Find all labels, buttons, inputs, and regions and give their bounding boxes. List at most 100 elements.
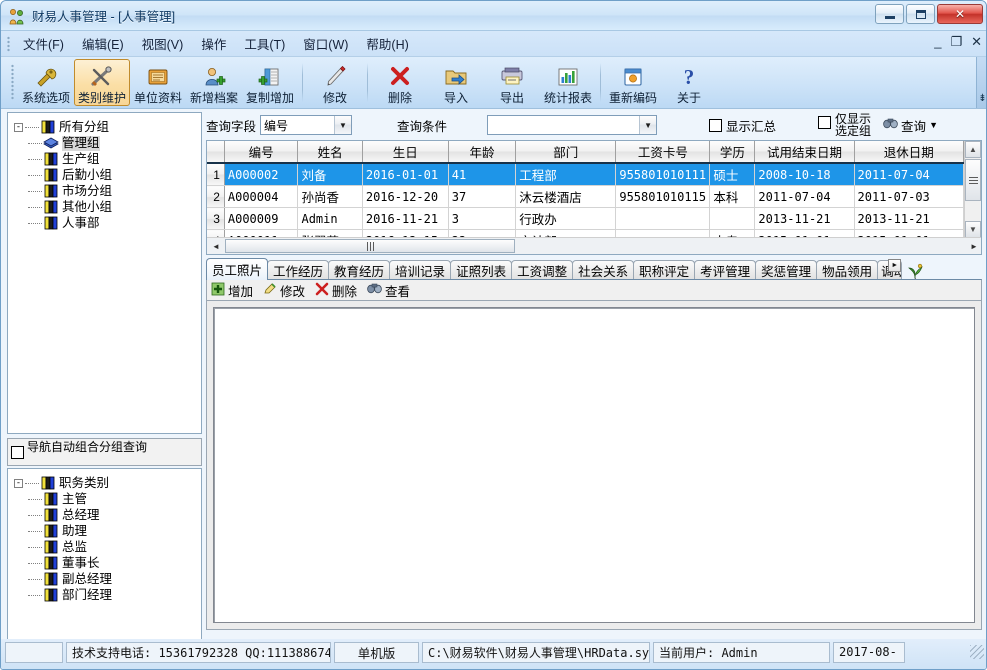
show-summary-checkbox[interactable] (709, 119, 722, 132)
toolbar-button-statistics-report[interactable]: 统计报表 (540, 59, 596, 106)
grid-cell-salary-card[interactable]: 955801010111 (616, 163, 710, 186)
detail-view-button[interactable]: 查看 (367, 281, 410, 300)
detail-modify-button[interactable]: 修改 (263, 281, 305, 300)
tab-title-evaluation[interactable]: 职称评定 (633, 260, 695, 280)
grid-cell-retire-date[interactable]: 2013-11-21 (854, 208, 963, 230)
grid-cell-birthday[interactable]: 2016-12-20 (362, 186, 448, 208)
tree-expander[interactable]: - (14, 123, 23, 132)
chevron-down-icon[interactable]: ▼ (639, 116, 656, 134)
menu-edit[interactable]: 编辑(E) (73, 31, 133, 56)
query-button[interactable]: 查询 ▼ (883, 116, 938, 135)
toolbar-button-copy-add[interactable]: 复制增加 (242, 59, 298, 106)
detail-add-button[interactable]: 增加 (211, 281, 253, 300)
only-selected-group-option[interactable]: 仅显示选定组 (818, 113, 873, 137)
grid-cell-retire-date[interactable]: 2011-07-03 (854, 186, 963, 208)
grid-cell-department[interactable]: 沐云楼酒店 (516, 186, 616, 208)
table-row[interactable]: 1 A000002 刘备 2016-01-01 41 工程部 955801010… (207, 163, 964, 186)
tree-node-management-group[interactable]: 管理组 (14, 135, 201, 151)
scroll-right-arrow-icon[interactable]: ► (966, 239, 982, 254)
toolbar-button-company-info[interactable]: 单位资料 (130, 59, 186, 106)
tab-salary-adjustment[interactable]: 工资调整 (511, 260, 573, 280)
chevron-down-icon[interactable]: ▼ (929, 120, 938, 130)
mdi-close-button[interactable]: ✕ (971, 35, 982, 49)
menu-tools[interactable]: 工具(T) (235, 31, 294, 56)
horizontal-scroll-thumb[interactable] (225, 239, 515, 253)
nav-auto-group-query-row[interactable]: 导航自动组合分组查询 (7, 438, 202, 466)
group-tree[interactable]: - 所有分组 (7, 112, 202, 434)
tab-scroll-right-button[interactable]: ► (888, 259, 901, 272)
tab-employee-photo[interactable]: 员工照片 (206, 258, 268, 280)
tab-social-relations[interactable]: 社会关系 (572, 260, 634, 280)
tab-work-history[interactable]: 工作经历 (267, 260, 329, 280)
tree-node-supervisor[interactable]: 主管 (14, 491, 201, 507)
query-condition-select[interactable]: ▼ (487, 115, 657, 135)
tree-node-job-root[interactable]: - 职务类别 (14, 475, 201, 491)
grid-col-name[interactable]: 姓名 (298, 141, 362, 163)
chevron-down-icon[interactable]: ▼ (334, 116, 351, 134)
grid-cell-salary-card[interactable] (616, 208, 710, 230)
table-row[interactable]: 2 A000004 孙尚香 2016-12-20 37 沐云楼酒店 955801… (207, 186, 964, 208)
toolbar-button-category-maintenance[interactable]: 类别维护 (74, 59, 130, 106)
grid-col-age[interactable]: 年龄 (448, 141, 515, 163)
window-maximize-button[interactable] (906, 4, 935, 24)
tree-node-root[interactable]: - 所有分组 (14, 119, 201, 135)
grid-cell-education[interactable]: 本科 (710, 186, 755, 208)
tree-node-hr-department[interactable]: 人事部 (14, 215, 201, 231)
tree-node-general-manager[interactable]: 总经理 (14, 507, 201, 523)
tab-training-records[interactable]: 培训记录 (389, 260, 451, 280)
tab-assessment-management[interactable]: 考评管理 (694, 260, 756, 280)
tree-node-production-group[interactable]: 生产组 (14, 151, 201, 167)
toolbar-button-import[interactable]: 导入 (428, 59, 484, 106)
plant-icon[interactable] (905, 263, 925, 280)
menu-file[interactable]: 文件(F) (14, 31, 73, 56)
grid-cell-education[interactable]: 硕士 (710, 163, 755, 186)
tree-node-logistics-group[interactable]: 后勤小组 (14, 167, 201, 183)
nav-auto-group-query-checkbox[interactable] (11, 446, 24, 459)
grid-col-birthday[interactable]: 生日 (362, 141, 448, 163)
grid-cell-salary-card[interactable]: 955801010115 (616, 186, 710, 208)
query-field-select[interactable]: 编号 ▼ (260, 115, 352, 135)
table-row[interactable]: 3 A000009 Admin 2016-11-21 3 行政办 2013-11… (207, 208, 964, 230)
tree-expander[interactable]: - (14, 479, 23, 488)
toolbar-button-modify[interactable]: 修改 (307, 59, 363, 106)
resize-grip-icon[interactable] (970, 645, 984, 659)
employee-data-grid[interactable]: 编号 姓名 生日 年龄 部门 工资卡号 学历 试用结束日期 退休日期 (206, 140, 982, 255)
grid-col-probation-end[interactable]: 试用结束日期 (755, 141, 854, 163)
grid-cell-name[interactable]: Admin (298, 208, 362, 230)
scroll-down-arrow-icon[interactable]: ▼ (965, 221, 981, 238)
grid-cell-age[interactable]: 41 (448, 163, 515, 186)
grid-cell-probation-end[interactable]: 2011-07-04 (755, 186, 854, 208)
only-selected-group-checkbox[interactable] (818, 116, 831, 129)
toolbar-button-delete[interactable]: 删除 (372, 59, 428, 106)
grid-cell-probation-end[interactable]: 2008-10-18 (755, 163, 854, 186)
job-category-tree[interactable]: - 职务类别 (7, 468, 202, 658)
grid-col-department[interactable]: 部门 (516, 141, 616, 163)
show-summary-option[interactable]: 显示汇总 (709, 116, 776, 135)
tab-reward-punishment[interactable]: 奖惩管理 (755, 260, 817, 280)
scroll-left-arrow-icon[interactable]: ◄ (208, 239, 224, 254)
toolbar-button-new-record[interactable]: 新增档案 (186, 59, 242, 106)
grid-cell-department[interactable]: 行政办 (516, 208, 616, 230)
toolbar-button-system-options[interactable]: 系统选项 (18, 59, 74, 106)
tab-education-history[interactable]: 教育经历 (328, 260, 390, 280)
window-close-button[interactable]: ✕ (937, 4, 983, 24)
grid-cell-name[interactable]: 孙尚香 (298, 186, 362, 208)
grid-cell-education[interactable] (710, 208, 755, 230)
menu-drag-grip[interactable] (7, 36, 10, 52)
grid-cell-code[interactable]: A000004 (224, 186, 298, 208)
tree-node-other-group[interactable]: 其他小组 (14, 199, 201, 215)
toolbar-overflow-button[interactable]: ⇟ (976, 57, 987, 108)
employee-photo-canvas[interactable] (213, 307, 975, 623)
menu-window[interactable]: 窗口(W) (294, 31, 357, 56)
tree-node-director[interactable]: 总监 (14, 539, 201, 555)
grid-cell-name[interactable]: 刘备 (298, 163, 362, 186)
grid-col-salary-card[interactable]: 工资卡号 (616, 141, 710, 163)
grid-vertical-scrollbar[interactable]: ▲ ▼ (964, 141, 981, 238)
toolbar-drag-grip[interactable] (11, 64, 14, 100)
window-minimize-button[interactable] (875, 4, 904, 24)
tree-node-assistant[interactable]: 助理 (14, 523, 201, 539)
menu-help[interactable]: 帮助(H) (357, 31, 417, 56)
detail-delete-button[interactable]: 删除 (315, 281, 357, 300)
mdi-minimize-button[interactable]: _ (934, 35, 941, 49)
grid-col-education[interactable]: 学历 (710, 141, 755, 163)
